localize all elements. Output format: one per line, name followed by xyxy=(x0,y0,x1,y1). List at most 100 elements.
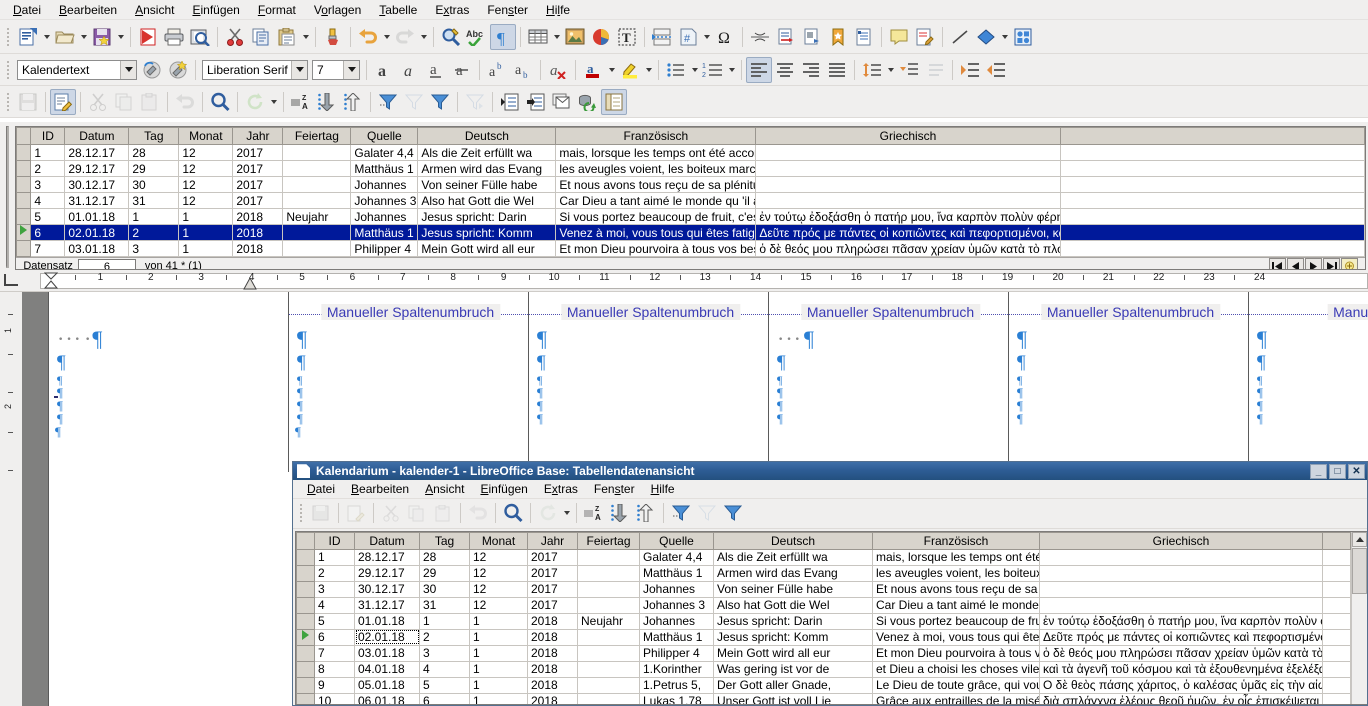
cell-feiertag[interactable] xyxy=(577,564,640,582)
scroll-up-button[interactable] xyxy=(1352,531,1367,547)
cell-jahr[interactable]: 2017 xyxy=(232,192,284,209)
paragraph-deutsch-line[interactable]: ¶ xyxy=(1015,386,1250,399)
cell-französisch[interactable]: Venez à moi, vous tous qui êtes fatig xyxy=(872,628,1040,646)
unordered-list-dropdown-icon[interactable] xyxy=(689,57,700,83)
insert-footnote-icon[interactable] xyxy=(773,24,799,50)
insert-chart-icon[interactable] xyxy=(588,24,614,50)
paragraph-tag-line[interactable]: ¶ xyxy=(1015,328,1250,350)
table-row[interactable]: 1 28.12.17 28 12 2017 Galater 4,4 Als die Zeit… xyxy=(296,548,1351,566)
print-icon[interactable] xyxy=(161,24,187,50)
cell-französisch[interactable]: Venez à moi, vous tous qui êtes fatig xyxy=(555,224,757,241)
table-row[interactable]: 2 29.12.17 29 12 2017 Matthäus 1 Armen wird da… xyxy=(296,564,1351,582)
save-dropdown-icon[interactable] xyxy=(115,24,126,50)
cell-griechisch[interactable]: Δεῦτε πρός με πάντες οἱ κοπιῶντες καὶ πε… xyxy=(755,224,1061,241)
find-record-icon[interactable] xyxy=(207,89,233,115)
cell-id[interactable]: 7 xyxy=(314,644,355,662)
cell-datum[interactable]: 28.12.17 xyxy=(354,548,420,566)
cell-jahr[interactable]: 2018 xyxy=(527,612,578,630)
cell-id[interactable]: 8 xyxy=(314,660,355,678)
autofilter-icon[interactable] xyxy=(668,500,694,526)
paragraph-quelle-line[interactable]: ¶ xyxy=(1015,374,1250,386)
cell-datum[interactable]: 05.01.18 xyxy=(354,676,420,694)
row-header[interactable] xyxy=(296,564,315,582)
paragraph-altgriechisch-line[interactable]: ¶ xyxy=(775,412,1010,425)
mail-merge-icon[interactable] xyxy=(549,89,575,115)
column-header-französisch[interactable]: Französisch xyxy=(872,531,1040,550)
table-row[interactable]: 2 29.12.17 29 12 2017 Matthäus 1 Armen wird da… xyxy=(16,160,1365,177)
column-header-datum[interactable]: Datum xyxy=(354,531,420,550)
cell-jahr[interactable]: 2018 xyxy=(527,660,578,678)
menu-format[interactable]: Format xyxy=(249,1,305,19)
line-spacing-dropdown-icon[interactable] xyxy=(885,57,896,83)
cell-datum[interactable]: 03.01.18 xyxy=(354,644,420,662)
paragraph-franzoesisch-line[interactable]: ¶ xyxy=(775,399,1010,412)
cell-tag[interactable]: 3 xyxy=(128,240,180,257)
paragraph-franzoesisch-line[interactable]: ¶ xyxy=(295,399,530,412)
row-header[interactable] xyxy=(296,612,315,630)
cell-deutsch[interactable]: Mein Gott wird all eur xyxy=(417,240,557,257)
cell-quelle[interactable]: Philipper 4 xyxy=(639,644,714,662)
tree-vertical-scrollbar[interactable] xyxy=(6,127,7,266)
paragraph-franzoesisch-line[interactable]: ¶ xyxy=(535,399,770,412)
cell-deutsch[interactable]: Jesus spricht: Komm xyxy=(417,224,557,241)
menu-fenster[interactable]: Fenster xyxy=(478,1,537,19)
row-header[interactable] xyxy=(296,548,315,566)
cell-griechisch[interactable] xyxy=(1039,596,1323,614)
cell-id[interactable]: 5 xyxy=(314,612,355,630)
cell-jahr[interactable]: 2017 xyxy=(232,176,284,193)
cell-französisch[interactable]: Si vous portez beaucoup de fruit, c'es xyxy=(555,208,757,225)
underline-icon[interactable]: a xyxy=(423,57,449,83)
cell-feiertag[interactable] xyxy=(577,580,640,598)
cell-französisch[interactable]: Et mon Dieu pourvoira à tous vos bes xyxy=(872,644,1040,662)
last-record-button[interactable] xyxy=(1322,258,1340,269)
cell-tag[interactable]: 2 xyxy=(419,628,470,646)
scroll-thumb[interactable] xyxy=(1352,547,1367,594)
paragraph-tag-line[interactable]: ¶ xyxy=(295,328,530,350)
cell-id[interactable]: 3 xyxy=(314,580,355,598)
cell-datum[interactable]: 03.01.18 xyxy=(64,240,130,257)
table-row[interactable]: 5 01.01.18 1 1 2018 Neujahr Johannes Jesus spr… xyxy=(16,208,1365,225)
document-column-6[interactable]: Manueller S¶¶¶¶¶¶ xyxy=(1248,292,1368,472)
record-navigation-bar[interactable]: Datensatz 6 von 41 * (1) xyxy=(16,257,1365,269)
print-preview-icon[interactable] xyxy=(187,24,213,50)
base-menu-fenster[interactable]: Fenster xyxy=(586,480,643,498)
font-color-icon[interactable]: a xyxy=(580,57,606,83)
paragraph-tag-line[interactable]: ¶ xyxy=(535,328,770,350)
row-header[interactable] xyxy=(16,144,32,161)
cell-deutsch[interactable]: Jesus spricht: Darin xyxy=(713,612,873,630)
cell-griechisch[interactable]: Δεῦτε πρός με πάντες οἱ κοπιῶντες καὶ πε… xyxy=(1039,628,1323,646)
cell-jahr[interactable]: 2017 xyxy=(232,160,284,177)
cell-id[interactable]: 5 xyxy=(30,208,66,225)
cell-französisch[interactable]: Et nous avons tous reçu de sa plénitu xyxy=(555,176,757,193)
vertical-ruler[interactable]: 1 2 xyxy=(0,292,22,706)
save-icon[interactable] xyxy=(89,24,115,50)
highlight-color-dropdown-icon[interactable] xyxy=(643,57,654,83)
cell-deutsch[interactable]: Der Gott aller Gnade, xyxy=(713,676,873,694)
cell-tag[interactable]: 29 xyxy=(128,160,180,177)
insert-special-character-icon[interactable]: Ω xyxy=(712,24,738,50)
document-column-5[interactable]: Manueller Spaltenumbruch ¶ ¶ ¶ ¶ ¶ ¶ xyxy=(1008,292,1252,472)
column-header-jahr[interactable]: Jahr xyxy=(232,127,284,145)
chevron-down-icon[interactable] xyxy=(343,60,359,79)
insert-comment-icon[interactable] xyxy=(886,24,912,50)
increase-indent-icon[interactable] xyxy=(957,57,983,83)
chevron-down-icon[interactable] xyxy=(291,60,307,79)
base-menu-extras[interactable]: Extras xyxy=(536,480,586,498)
formatting-marks-icon[interactable]: ¶ xyxy=(490,23,516,50)
base-data-table[interactable]: ID Datum Tag Monat Jahr Feiertag Quelle Deutsch… xyxy=(296,531,1351,704)
paragraph-franzoesisch-line[interactable]: ¶ xyxy=(1015,399,1250,412)
chevron-down-icon[interactable] xyxy=(120,60,136,79)
table-body[interactable]: 1 28.12.17 28 12 2017 Galater 4,4 Als die Zeit… xyxy=(16,144,1365,257)
basic-shapes-dropdown-icon[interactable] xyxy=(999,24,1010,50)
edit-data-icon[interactable] xyxy=(50,88,76,115)
sort-descending-icon[interactable] xyxy=(340,89,366,115)
cell-französisch[interactable]: Et mon Dieu pourvoira à tous vos bes xyxy=(555,240,757,257)
paragraph-deutsch-line[interactable]: ¶ xyxy=(535,386,770,399)
cell-griechisch[interactable]: Ο δὲ θεὸς πάσης χάριτος, ὁ καλέσας ὑμᾶς … xyxy=(1039,676,1323,694)
insert-section-icon[interactable] xyxy=(747,24,773,50)
menu-datei[interactable]: Datei xyxy=(4,1,50,19)
cell-id[interactable]: 10 xyxy=(314,692,355,704)
current-row-marker[interactable] xyxy=(296,628,315,646)
cell-französisch[interactable]: Et nous avons tous reçu de sa plénitu xyxy=(872,580,1040,598)
cell-griechisch[interactable] xyxy=(1039,580,1323,598)
